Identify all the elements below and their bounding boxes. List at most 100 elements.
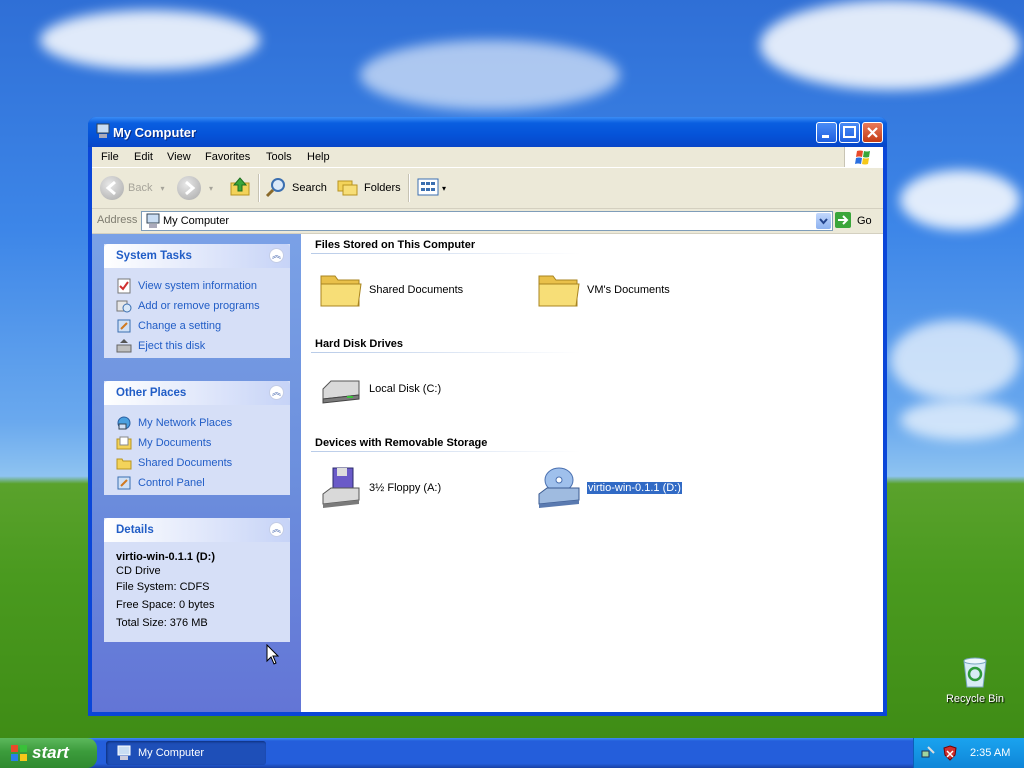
item-vms-documents[interactable]: VM's Documents xyxy=(535,266,670,314)
my-computer-window: My Computer File Edit View Favorites Too… xyxy=(88,117,887,716)
task-label: Change a setting xyxy=(138,320,222,332)
collapse-icon[interactable]: ︽ xyxy=(269,248,284,263)
item-cd-drive-d[interactable]: virtio-win-0.1.1 (D:) xyxy=(535,464,683,512)
control-panel-icon xyxy=(116,318,132,334)
details-total-size: Total Size: 376 MB xyxy=(116,617,208,629)
cloud xyxy=(900,400,1020,440)
task-change-setting[interactable]: Change a setting xyxy=(116,316,290,336)
up-folder-icon xyxy=(228,175,252,202)
system-tray: 2:35 AM xyxy=(913,738,1024,768)
place-label: My Documents xyxy=(138,437,212,449)
title-bar[interactable]: My Computer xyxy=(88,117,887,147)
address-label: Address xyxy=(97,214,138,226)
toolbar-separator xyxy=(258,174,260,202)
network-icon[interactable] xyxy=(920,745,936,761)
maximize-button[interactable] xyxy=(839,122,860,143)
collapse-icon[interactable]: ︽ xyxy=(269,522,284,537)
cloud xyxy=(900,170,1020,230)
control-panel-icon xyxy=(116,475,132,491)
group-header-removable: Devices with Removable Storage xyxy=(315,437,488,449)
task-label: View system information xyxy=(138,280,258,292)
back-label: Back xyxy=(128,182,153,194)
back-button[interactable]: Back ▾ xyxy=(100,168,164,208)
start-label: start xyxy=(32,743,69,762)
panel-header[interactable]: System Tasks ︽ xyxy=(104,244,290,268)
desktop-icon-recycle-bin[interactable]: Recycle Bin xyxy=(940,655,1010,705)
task-pane: System Tasks ︽ View system information A… xyxy=(92,234,301,712)
item-label: Local Disk (C:) xyxy=(369,383,442,395)
system-tasks-panel: System Tasks ︽ View system information A… xyxy=(104,244,290,358)
go-button[interactable]: Go xyxy=(834,211,872,230)
place-label: Control Panel xyxy=(138,477,205,489)
panel-header[interactable]: Details ︽ xyxy=(104,518,290,542)
forward-button[interactable]: ▾ xyxy=(177,168,213,208)
recycle-bin-label: Recycle Bin xyxy=(945,693,1005,705)
window-body: File Edit View Favorites Tools Help Back… xyxy=(92,147,883,712)
address-dropdown-button[interactable] xyxy=(816,213,831,229)
hard-disk-icon xyxy=(317,365,365,413)
menu-help[interactable]: Help xyxy=(307,151,330,163)
taskbar-button-my-computer[interactable]: My Computer xyxy=(106,741,266,765)
clock[interactable]: 2:35 AM xyxy=(970,747,1010,759)
menu-favorites[interactable]: Favorites xyxy=(205,151,250,163)
menu-file[interactable]: File xyxy=(101,151,119,163)
item-floppy-a[interactable]: 3½ Floppy (A:) xyxy=(317,464,441,512)
place-shared-documents[interactable]: Shared Documents xyxy=(116,453,290,473)
search-icon xyxy=(264,175,288,202)
folders-button[interactable]: Folders xyxy=(336,168,401,208)
close-button[interactable] xyxy=(862,122,883,143)
panel-header[interactable]: Other Places ︽ xyxy=(104,381,290,405)
address-input[interactable]: My Computer xyxy=(141,211,833,231)
my-computer-icon xyxy=(145,213,161,232)
folder-icon xyxy=(535,266,583,314)
views-icon xyxy=(416,175,440,202)
folders-icon xyxy=(336,175,360,202)
task-add-remove-programs[interactable]: Add or remove programs xyxy=(116,296,290,316)
add-remove-programs-icon xyxy=(116,298,132,314)
menu-view[interactable]: View xyxy=(167,151,191,163)
my-computer-icon xyxy=(116,745,132,761)
place-my-network-places[interactable]: My Network Places xyxy=(116,413,290,433)
search-button[interactable]: Search xyxy=(264,168,327,208)
address-value: My Computer xyxy=(163,215,230,227)
network-places-icon xyxy=(116,415,132,431)
taskbar-button-label: My Computer xyxy=(138,747,205,759)
place-label: My Network Places xyxy=(138,417,233,429)
details-name: virtio-win-0.1.1 (D:) xyxy=(116,551,216,563)
taskbar: start My Computer 2:35 AM xyxy=(0,738,1024,768)
chevron-down-icon: ▾ xyxy=(160,183,165,193)
eject-icon xyxy=(116,338,132,354)
up-folder-button[interactable] xyxy=(228,168,252,208)
toolbar: Back ▾ ▾ Search Folders ▾ xyxy=(92,168,883,209)
system-info-icon xyxy=(116,278,132,294)
floppy-drive-icon xyxy=(317,464,365,512)
other-places-panel: Other Places ︽ My Network Places My Docu… xyxy=(104,381,290,495)
task-view-system-information[interactable]: View system information xyxy=(116,276,290,296)
menu-tools[interactable]: Tools xyxy=(266,151,292,163)
item-shared-documents[interactable]: Shared Documents xyxy=(317,266,463,314)
forward-arrow-icon xyxy=(177,176,201,200)
minimize-button[interactable] xyxy=(816,122,837,143)
item-label: 3½ Floppy (A:) xyxy=(369,482,442,494)
details-free-space: Free Space: 0 bytes xyxy=(116,599,215,611)
start-button[interactable]: start xyxy=(0,738,97,768)
back-arrow-icon xyxy=(100,176,124,200)
place-control-panel[interactable]: Control Panel xyxy=(116,473,290,493)
cloud xyxy=(40,10,260,70)
views-button[interactable]: ▾ xyxy=(416,168,446,208)
system-tasks-title: System Tasks xyxy=(116,250,192,262)
collapse-icon[interactable]: ︽ xyxy=(269,385,284,400)
my-documents-icon xyxy=(116,435,132,451)
details-file-system: File System: CDFS xyxy=(116,581,210,593)
place-label: Shared Documents xyxy=(138,457,233,469)
details-type: CD Drive xyxy=(116,565,161,577)
task-eject-disk[interactable]: Eject this disk xyxy=(116,336,290,356)
cloud xyxy=(360,40,620,110)
menu-edit[interactable]: Edit xyxy=(134,151,153,163)
security-shield-icon[interactable] xyxy=(942,745,958,761)
search-label: Search xyxy=(292,182,327,194)
task-label: Add or remove programs xyxy=(138,300,260,312)
other-places-title: Other Places xyxy=(116,387,187,399)
place-my-documents[interactable]: My Documents xyxy=(116,433,290,453)
item-local-disk-c[interactable]: Local Disk (C:) xyxy=(317,365,441,413)
